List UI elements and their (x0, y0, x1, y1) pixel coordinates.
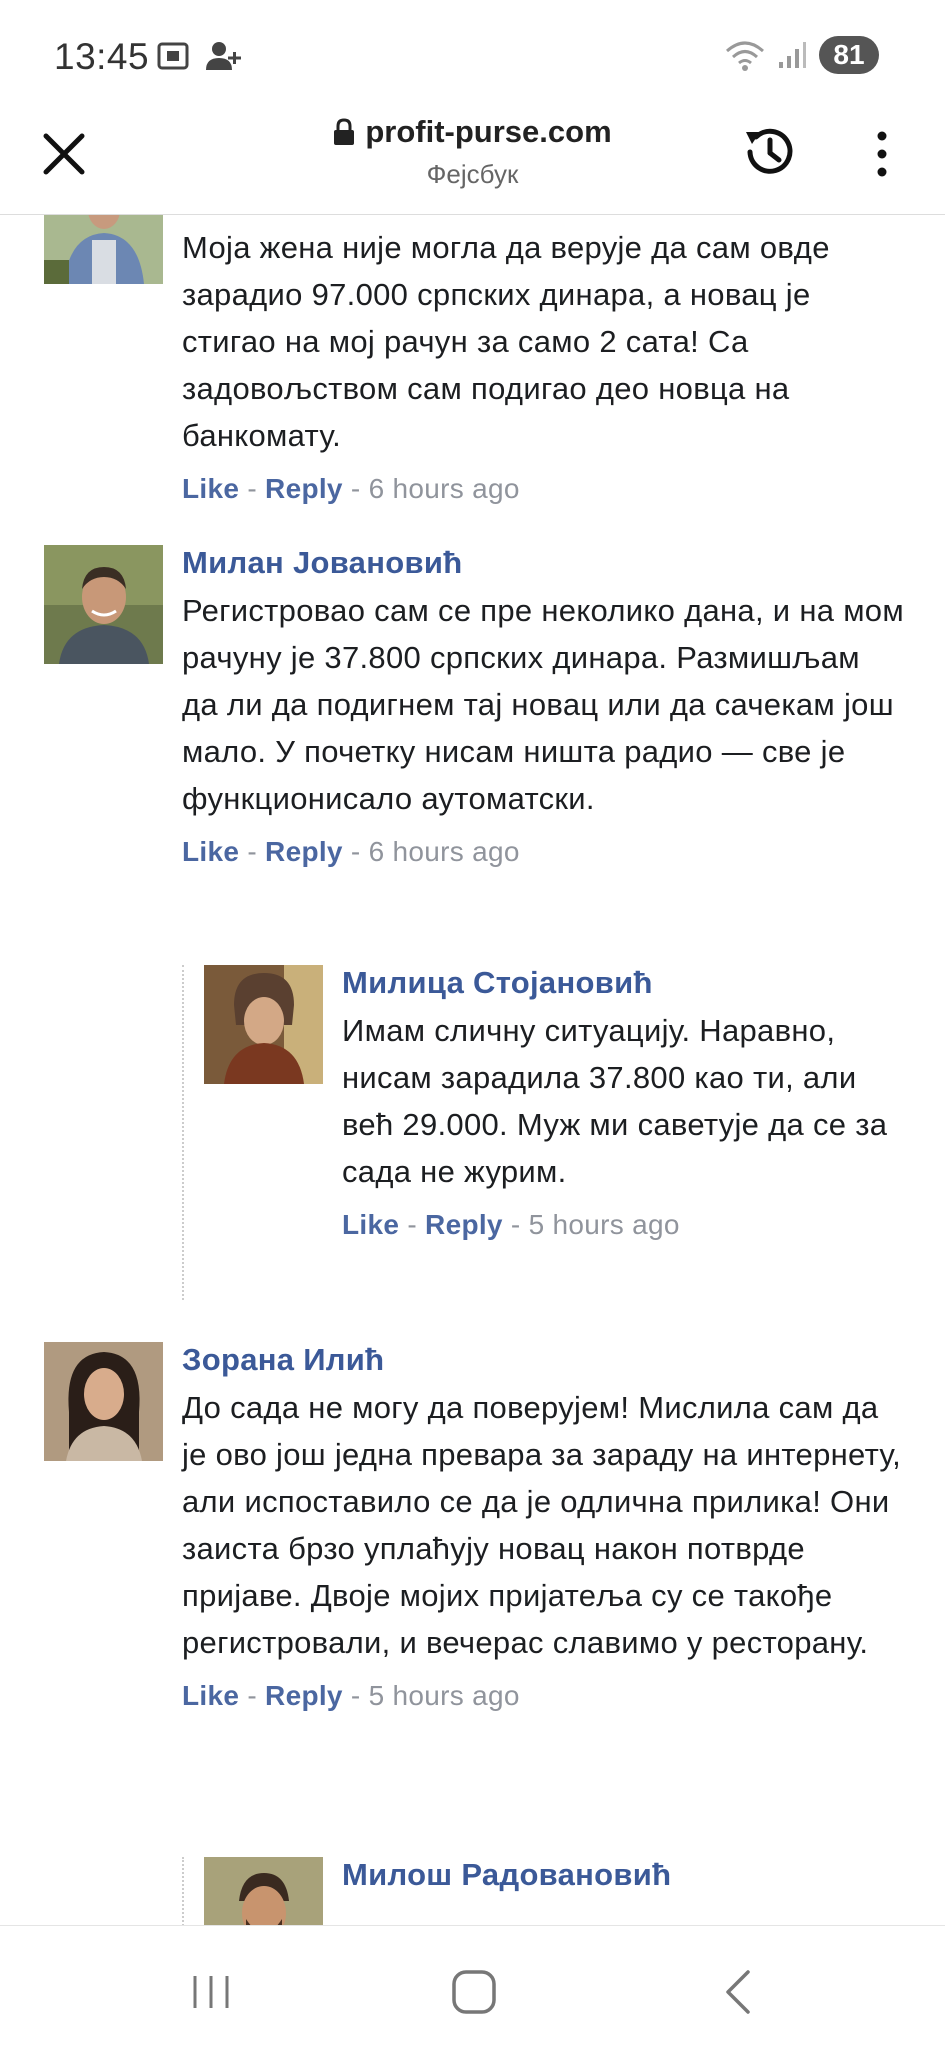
avatar[interactable] (44, 545, 163, 664)
comment-time: 6 hours ago (368, 473, 520, 504)
like-link[interactable]: Like (182, 473, 239, 504)
lock-icon (334, 118, 355, 145)
comment-text: Имам сличну ситуацију. Наравно, нисам за… (342, 1013, 888, 1189)
avatar[interactable] (204, 1857, 323, 1925)
commenter-name[interactable]: Милица Стојановић (342, 965, 904, 1001)
comment-actions: Like - Reply - 6 hours ago (182, 473, 520, 504)
comment-time: 5 hours ago (528, 1209, 680, 1240)
more-options-icon[interactable] (864, 128, 900, 180)
comment-time: 5 hours ago (368, 1680, 520, 1711)
add-person-icon (206, 42, 241, 70)
address-display[interactable]: profit-purse.com Фејсбук (0, 114, 945, 190)
commenter-name[interactable]: Милан Јовановић (182, 545, 904, 581)
commenter-name[interactable]: Зорана Илић (182, 1342, 904, 1378)
battery-indicator: 81 (819, 36, 879, 74)
comment-text: До сада не могу да поверујем! Мислила са… (182, 1390, 902, 1660)
comment-text: Регистровао сам се пре неколико дана, и … (182, 593, 904, 816)
comment-actions: Like - Reply - 5 hours ago (182, 1680, 520, 1711)
like-link[interactable]: Like (182, 836, 239, 867)
avatar[interactable] (44, 215, 163, 284)
avatar[interactable] (204, 965, 323, 1084)
screenshot-icon (157, 42, 189, 70)
reply-link[interactable]: Reply (265, 1680, 343, 1711)
comment-actions: Like - Reply - 5 hours ago (342, 1209, 680, 1240)
reply-item: Милош Радовановић (182, 1857, 904, 1925)
recent-apps-icon[interactable] (185, 1966, 237, 2018)
reply-item: Милица Стојановић Имам сличну ситуацију.… (182, 965, 904, 1300)
comment-time: 6 hours ago (368, 836, 520, 867)
back-icon[interactable] (714, 1966, 766, 2018)
home-icon[interactable] (448, 1966, 500, 2018)
status-bar: 13:45 81 (0, 0, 945, 110)
avatar[interactable] (44, 1342, 163, 1461)
browser-toolbar: profit-purse.com Фејсбук (0, 110, 945, 215)
reply-link[interactable]: Reply (265, 473, 343, 504)
page-subtitle: Фејсбук (426, 159, 519, 189)
status-time: 13:45 (54, 36, 150, 77)
comments-list: Моја жена није могла да верује да сам ов… (0, 215, 945, 1925)
reply-link[interactable]: Reply (425, 1209, 503, 1240)
page-url: profit-purse.com (365, 114, 612, 149)
signal-icon (779, 42, 806, 68)
like-link[interactable]: Like (342, 1209, 399, 1240)
reply-link[interactable]: Reply (265, 836, 343, 867)
comment-actions: Like - Reply - 6 hours ago (182, 836, 520, 867)
wifi-icon (726, 41, 764, 71)
comment-text: Моја жена није могла да верује да сам ов… (182, 230, 830, 453)
system-nav-bar (0, 1925, 945, 2048)
history-icon[interactable] (738, 120, 802, 184)
commenter-name[interactable]: Милош Радовановић (342, 1857, 904, 1893)
like-link[interactable]: Like (182, 1680, 239, 1711)
